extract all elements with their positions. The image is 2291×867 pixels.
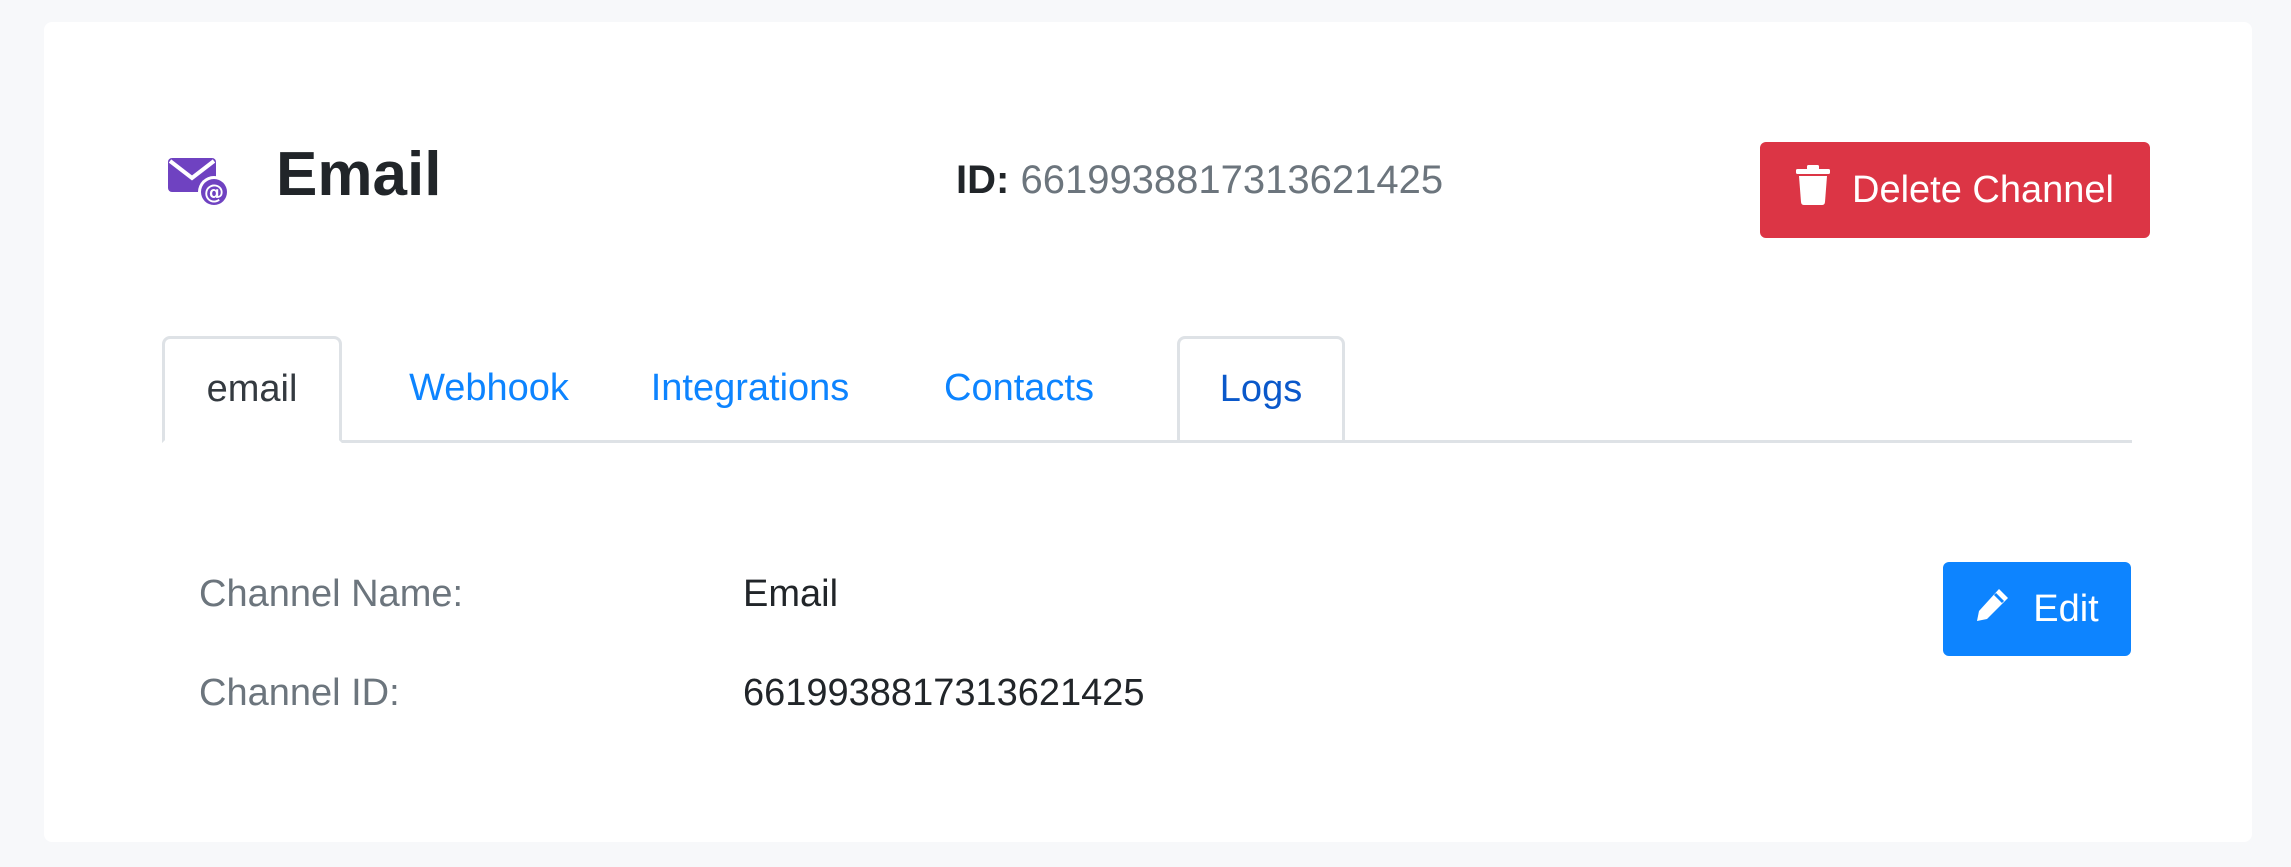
channel-id-label: Channel ID: — [199, 672, 400, 714]
channel-card: @ Email ID: 6619938817313621425 Delete C… — [44, 22, 2252, 842]
id-label: ID: — [956, 158, 1010, 202]
delete-channel-button[interactable]: Delete Channel — [1760, 142, 2150, 238]
edit-label: Edit — [2033, 587, 2099, 630]
tab-logs[interactable]: Logs — [1177, 336, 1345, 440]
page-title: Email — [276, 140, 442, 209]
channel-id-display: ID: 6619938817313621425 — [956, 160, 1443, 200]
id-value: 6619938817313621425 — [1020, 158, 1444, 202]
channel-tabs: email Webhook Integrations Contacts Logs — [162, 336, 2132, 443]
pencil-icon — [1975, 586, 2033, 632]
channel-name-label: Channel Name: — [199, 573, 464, 615]
delete-channel-label: Delete Channel — [1852, 168, 2114, 211]
edit-button[interactable]: Edit — [1943, 562, 2131, 656]
tab-email[interactable]: email — [162, 336, 342, 443]
email-at-icon: @ — [168, 156, 232, 208]
tab-label: Integrations — [650, 366, 850, 409]
tab-integrations[interactable]: Integrations — [612, 336, 888, 440]
tab-label: email — [206, 368, 298, 410]
channel-name-value: Email — [743, 573, 839, 615]
tab-label: Webhook — [409, 366, 569, 409]
channel-id-value: 6619938817313621425 — [743, 672, 1145, 714]
trash-icon — [1796, 165, 1852, 215]
tab-webhook[interactable]: Webhook — [386, 336, 592, 440]
svg-text:@: @ — [204, 180, 224, 204]
tab-label: Logs — [1219, 368, 1303, 410]
tab-label: Contacts — [944, 366, 1094, 409]
tab-contacts[interactable]: Contacts — [910, 336, 1128, 440]
